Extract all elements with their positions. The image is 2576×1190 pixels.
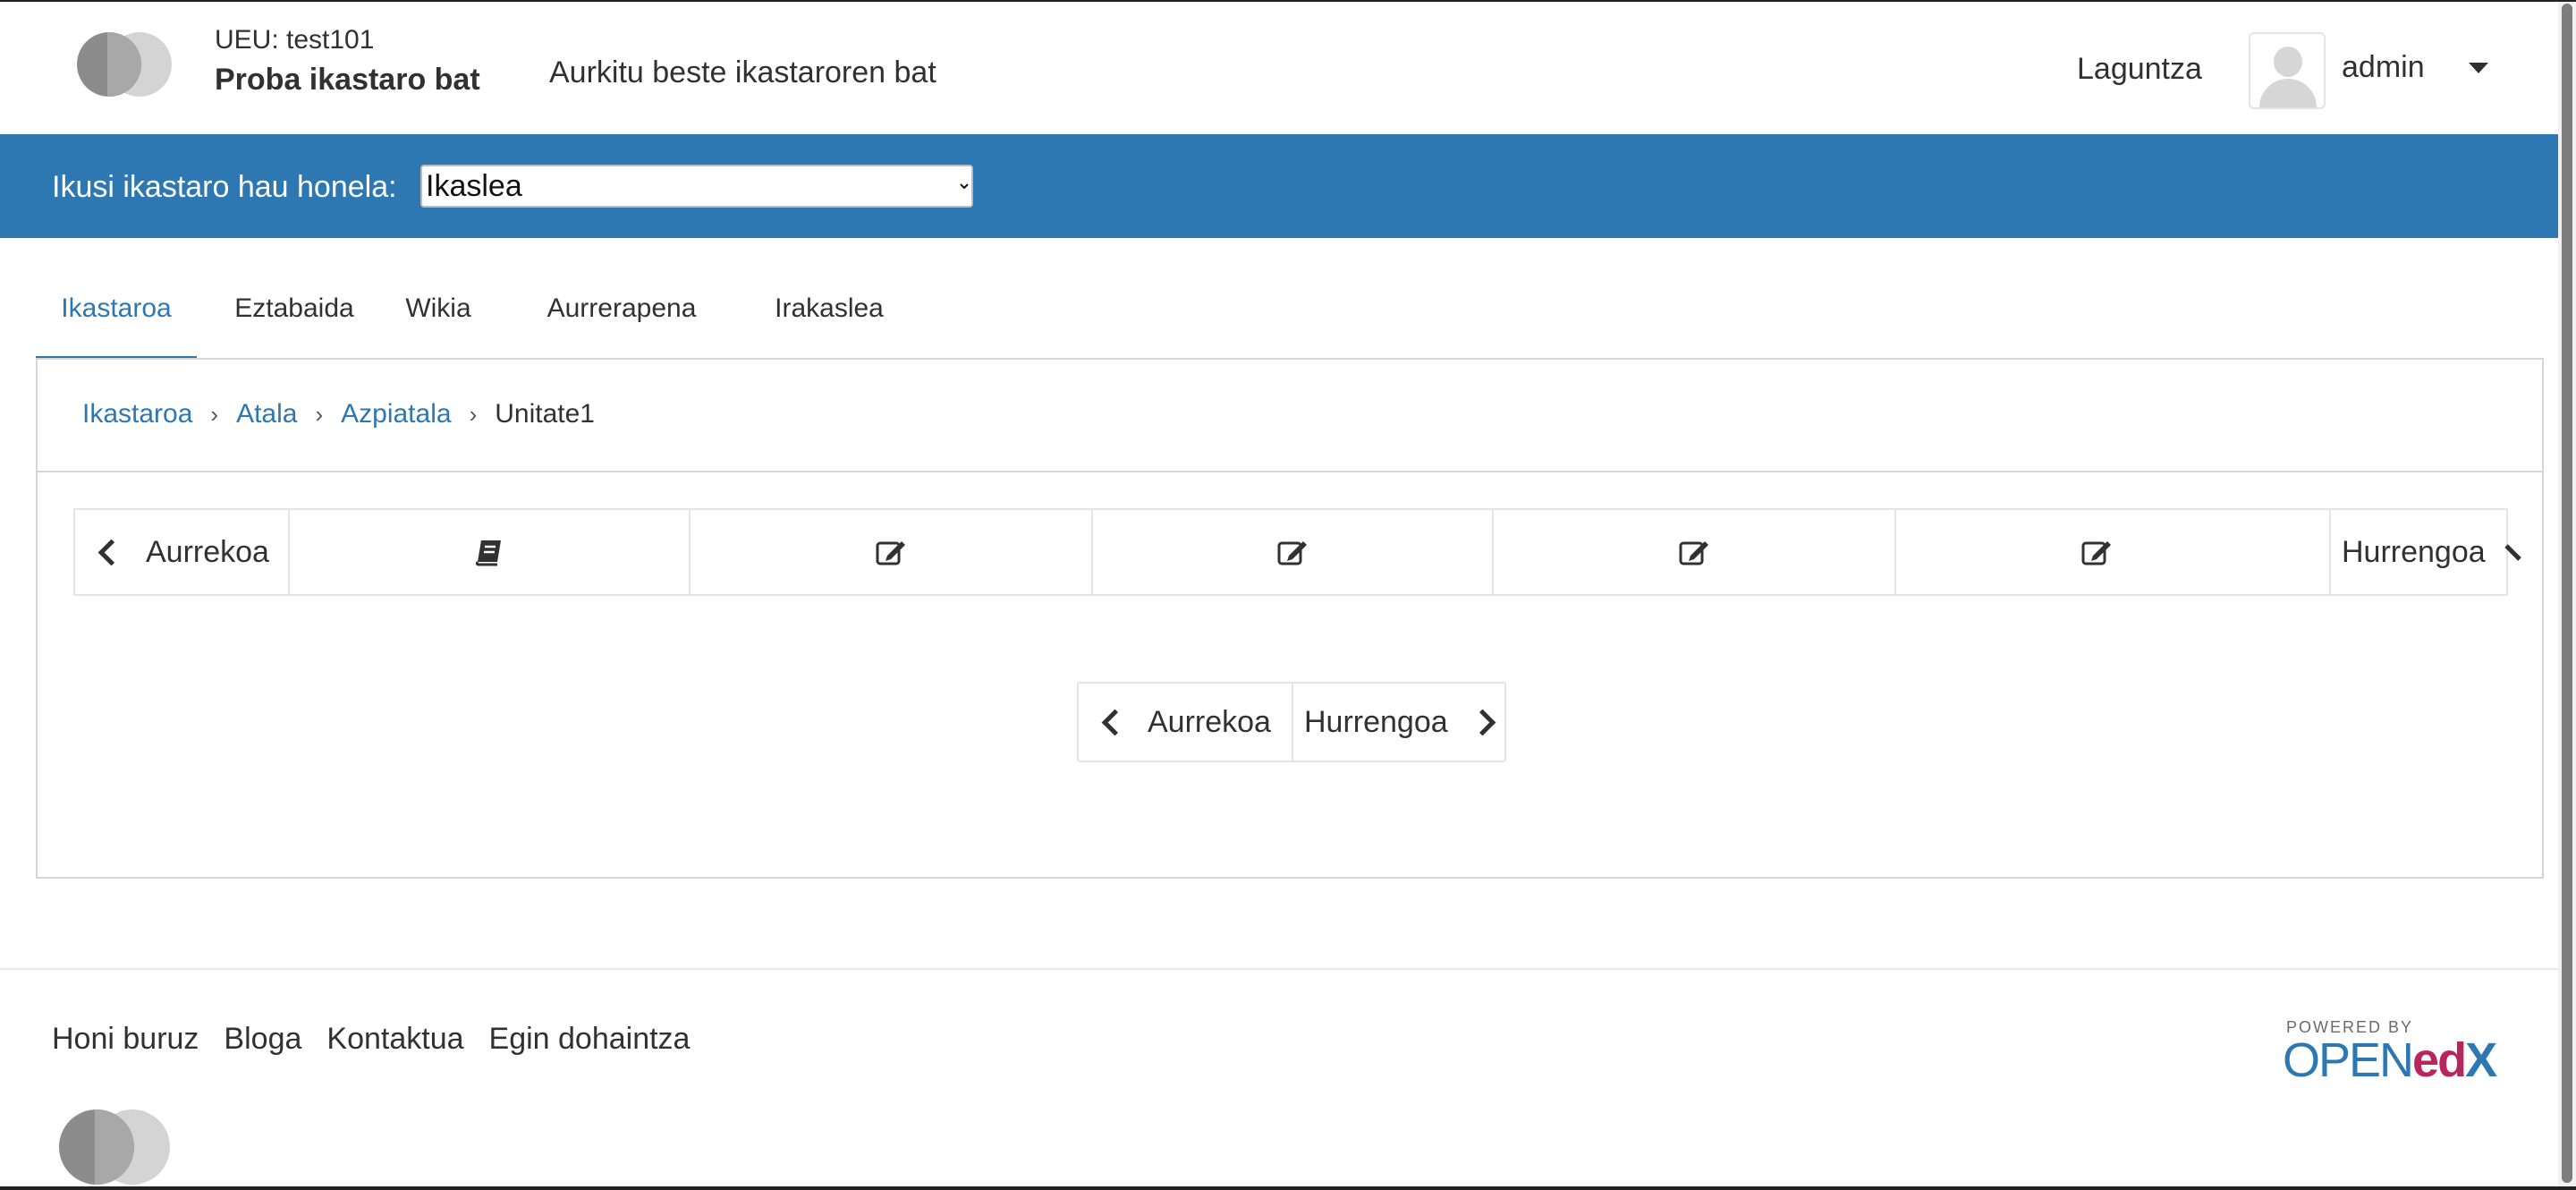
openedx-ed: ed <box>2412 1033 2467 1087</box>
breadcrumb-section[interactable]: Atala <box>236 399 297 429</box>
scrollbar-thumb[interactable] <box>2562 4 2572 1183</box>
edit-icon <box>876 541 905 565</box>
tab-wiki[interactable]: Wikia <box>394 268 483 356</box>
edit-icon <box>1277 541 1307 565</box>
course-org-number: UEU: test101 <box>215 25 375 55</box>
bottom-next-label: Hurrengoa <box>1304 704 1448 739</box>
sequence-tab-4[interactable] <box>1492 510 1894 594</box>
tab-progress[interactable]: Aurrerapena <box>522 268 721 356</box>
bottom-prev-label: Aurrekoa <box>1148 704 1271 739</box>
edit-icon <box>2081 541 2111 565</box>
footer-link-about[interactable]: Honi buruz <box>52 1022 199 1056</box>
sequence-tab-2[interactable] <box>689 510 1091 594</box>
sequence-nav: Aurrekoa Hurrengoa <box>73 508 2521 596</box>
openedx-wordmark: OPENedX <box>2283 1033 2497 1088</box>
footer-divider <box>0 968 2558 970</box>
avatar[interactable] <box>2249 32 2326 109</box>
tab-discussion[interactable]: Eztabaida <box>227 268 361 356</box>
bottom-nav: Aurrekoa Hurrengoa <box>1077 682 1506 762</box>
tab-instructor[interactable]: Irakaslea <box>737 268 921 356</box>
chevron-right-icon <box>2504 543 2521 561</box>
footer-nav: Honi buruz Bloga Kontaktua Egin dohaintza <box>52 1022 715 1057</box>
bottom-prev-button[interactable]: Aurrekoa <box>1079 684 1292 761</box>
sequence-next-button[interactable]: Hurrengoa <box>2329 510 2521 594</box>
footer-logo[interactable] <box>59 1109 175 1185</box>
powered-by-openedx-logo[interactable]: POWERED BY OPENedX <box>2283 1018 2515 1087</box>
bottom-next-button[interactable]: Hurrengoa <box>1292 684 1504 761</box>
book-icon <box>475 540 501 566</box>
preview-label: Ikusi ikastaro hau honela: <box>52 170 397 204</box>
site-logo[interactable] <box>77 32 175 97</box>
sequence-prev-label: Aurrekoa <box>146 534 269 569</box>
chevron-left-icon <box>97 539 125 565</box>
footer-link-donate[interactable]: Egin dohaintza <box>489 1022 691 1056</box>
sequence-tab-1[interactable] <box>288 510 689 594</box>
breadcrumb: Ikastaroa › Atala › Azpiatala › Unitate1 <box>82 399 595 429</box>
tab-course[interactable]: Ikastaroa <box>36 268 197 361</box>
course-title: Proba ikastaro bat <box>215 63 480 97</box>
sequence-tab-3[interactable] <box>1091 510 1492 594</box>
preview-bar: Ikusi ikastaro hau honela: Ikaslea <box>0 134 2558 238</box>
sequence-next-label: Hurrengoa <box>2342 534 2486 569</box>
find-course-link[interactable]: Aurkitu beste ikastaroren bat <box>549 55 936 90</box>
sequence-prev-button[interactable]: Aurrekoa <box>75 510 288 594</box>
chevron-right-icon: › <box>469 401 478 428</box>
breadcrumb-subsection[interactable]: Azpiatala <box>341 399 451 429</box>
chevron-left-icon <box>1101 709 1129 735</box>
chevron-right-icon: › <box>210 401 219 428</box>
help-link[interactable]: Laguntza <box>2077 52 2202 87</box>
chevron-right-icon: › <box>315 401 324 428</box>
vertical-scrollbar[interactable] <box>2558 0 2576 1190</box>
breadcrumb-course[interactable]: Ikastaroa <box>82 399 192 429</box>
caret-down-icon[interactable] <box>2469 63 2488 73</box>
chevron-right-icon <box>1469 709 1496 735</box>
footer-link-contact[interactable]: Kontaktua <box>326 1022 463 1056</box>
username[interactable]: admin <box>2342 50 2425 85</box>
openedx-open: OPEN <box>2283 1033 2414 1087</box>
divider <box>38 471 2542 472</box>
preview-role-select[interactable]: Ikaslea <box>420 165 973 208</box>
sequence-tab-5[interactable] <box>1894 510 2368 594</box>
edit-icon <box>1679 541 1708 565</box>
openedx-x: X <box>2465 1033 2497 1087</box>
course-content: Ikastaroa › Atala › Azpiatala › Unitate1 Aurre… <box>36 358 2544 879</box>
footer-link-blog[interactable]: Bloga <box>224 1022 301 1056</box>
site-header: UEU: test101 Proba ikastaro bat Aurkitu … <box>0 0 2558 134</box>
breadcrumb-unit: Unitate1 <box>495 399 595 429</box>
